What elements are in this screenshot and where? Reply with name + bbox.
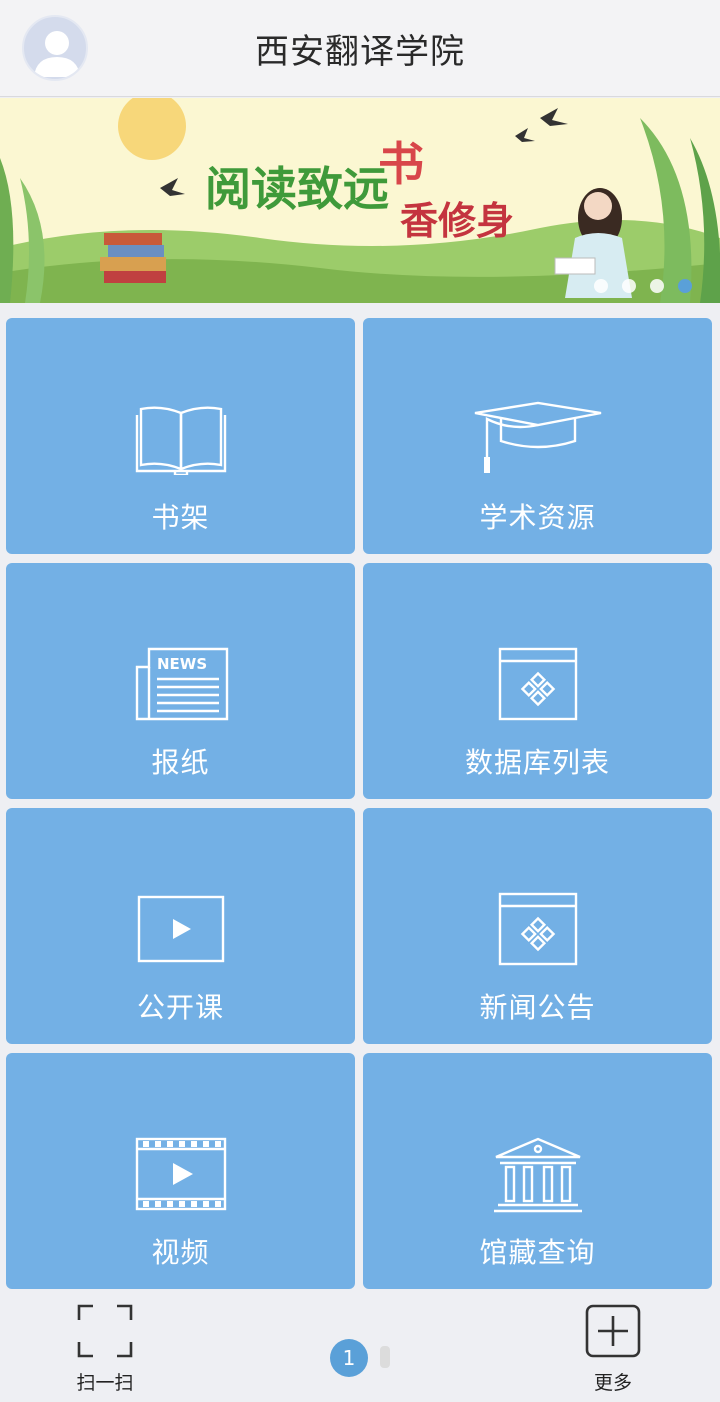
plus-box-icon [585, 1304, 641, 1358]
page-title: 西安翻译学院 [255, 32, 465, 72]
news-window-icon [498, 892, 577, 966]
more-button[interactable]: 更多 [568, 1304, 658, 1395]
tile-collection-search[interactable]: 馆藏查询 [363, 1053, 712, 1289]
bottom-toolbar: 扫一扫 1 更多 [0, 1294, 720, 1402]
tile-label: 数据库列表 [464, 746, 610, 779]
tile-label: 报纸 [151, 746, 210, 779]
graduation-cap-icon [474, 401, 601, 473]
tile-label: 新闻公告 [479, 991, 596, 1024]
play-screen-icon [137, 895, 224, 963]
banner-slogan-right-top: 书 [378, 137, 424, 191]
tile-newspaper[interactable]: NEWS 报纸 [6, 563, 355, 799]
database-window-icon [498, 647, 577, 721]
page-indicator-current[interactable]: 1 [330, 1339, 368, 1377]
header-bar: 西安翻译学院 [0, 0, 720, 97]
scan-icon [77, 1304, 133, 1358]
tile-label: 书架 [151, 501, 210, 534]
film-play-icon [135, 1137, 226, 1211]
tile-video[interactable]: 视频 [6, 1053, 355, 1289]
banner-slogan-right-bottom: 香修身 [400, 198, 515, 243]
tile-database-list[interactable]: 数据库列表 [363, 563, 712, 799]
page-indicator-next[interactable] [380, 1346, 390, 1368]
library-building-icon [493, 1137, 582, 1213]
open-book-icon [135, 406, 226, 475]
carousel-dot[interactable] [594, 279, 608, 293]
more-label: 更多 [593, 1372, 632, 1394]
tile-label: 馆藏查询 [479, 1236, 596, 1269]
tile-academic-resources[interactable]: 学术资源 [363, 318, 712, 554]
banner-carousel[interactable]: 阅读致远 书 香修身 [0, 98, 720, 303]
tile-bookshelf[interactable]: 书架 [6, 318, 355, 554]
banner-slogan-left: 阅读致远 [205, 162, 389, 216]
carousel-dot-active[interactable] [678, 279, 692, 293]
tile-open-course[interactable]: 公开课 [6, 808, 355, 1044]
news-text: NEWS [157, 655, 207, 673]
carousel-dot[interactable] [650, 279, 664, 293]
tile-label: 公开课 [136, 991, 224, 1024]
tile-label: 学术资源 [479, 501, 596, 534]
newspaper-icon: NEWS [135, 647, 228, 721]
carousel-dot[interactable] [622, 279, 636, 293]
scan-label: 扫一扫 [76, 1372, 134, 1394]
scan-button[interactable]: 扫一扫 [60, 1304, 150, 1395]
tile-label: 视频 [151, 1236, 210, 1269]
tile-news-announcements[interactable]: 新闻公告 [363, 808, 712, 1044]
carousel-indicator [594, 279, 692, 293]
